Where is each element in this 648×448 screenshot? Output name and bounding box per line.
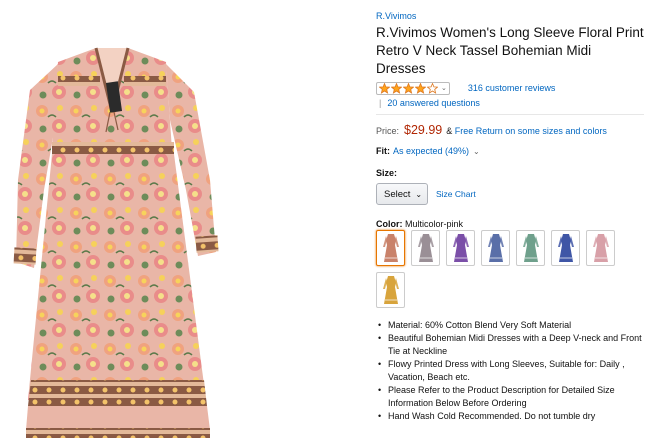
feature-bullet: Hand Wash Cold Recommended. Do not tumbl… bbox=[376, 410, 646, 423]
dress-thumbnail bbox=[592, 234, 609, 262]
product-title: R.Vivimos Women's Long Sleeve Floral Pri… bbox=[376, 25, 644, 76]
fit-label: Fit: bbox=[376, 146, 390, 156]
size-chart-link[interactable]: Size Chart bbox=[436, 189, 476, 199]
color-swatch[interactable] bbox=[516, 230, 545, 266]
color-row: Color: Multicolor-pink bbox=[376, 219, 644, 229]
color-swatch[interactable] bbox=[481, 230, 510, 266]
product-info: R.Vivimos R.Vivimos Women's Long Sleeve … bbox=[376, 10, 644, 229]
dress-thumbnail bbox=[452, 234, 469, 262]
chevron-down-icon: ⌄ bbox=[415, 189, 423, 199]
feature-bullet: Beautiful Bohemian Midi Dresses with a D… bbox=[376, 332, 646, 358]
size-select[interactable]: Select ⌄ bbox=[376, 183, 428, 205]
price-label: Price: bbox=[376, 126, 400, 136]
return-info: & Free Return on some sizes and colors bbox=[446, 126, 607, 136]
size-label: Size: bbox=[376, 168, 398, 178]
reviews-link[interactable]: 316 customer reviews bbox=[468, 83, 556, 93]
fit-value-link[interactable]: As expected (49%) bbox=[393, 146, 469, 156]
feature-bullet: Material: 60% Cotton Blend Very Soft Mat… bbox=[376, 319, 646, 332]
color-swatch[interactable] bbox=[551, 230, 580, 266]
star-rating[interactable]: ⌄ bbox=[376, 81, 450, 95]
feature-bullet: Flowy Printed Dress with Long Sleeves, S… bbox=[376, 358, 646, 384]
return-prefix: & bbox=[446, 126, 453, 136]
rating-row: ⌄ 316 customer reviews bbox=[376, 81, 644, 95]
brand-link[interactable]: R.Vivimos bbox=[376, 10, 644, 22]
feature-bullets: Material: 60% Cotton Blend Very Soft Mat… bbox=[376, 319, 646, 423]
chevron-down-icon: ⌄ bbox=[441, 85, 447, 92]
color-value: Multicolor-pink bbox=[405, 219, 464, 229]
answered-questions-link[interactable]: 20 answered questions bbox=[387, 98, 480, 108]
product-image[interactable] bbox=[0, 0, 365, 448]
star-icon bbox=[403, 82, 414, 94]
dress-thumbnail bbox=[382, 276, 399, 304]
dress-thumbnail bbox=[382, 234, 399, 262]
fit-row: Fit: As expected (49%) ⌄ bbox=[376, 146, 644, 156]
color-swatch[interactable] bbox=[586, 230, 615, 266]
size-select-label: Select bbox=[384, 188, 411, 200]
separator: | bbox=[379, 98, 382, 108]
free-return-link[interactable]: Free Return on some sizes and colors bbox=[455, 126, 607, 136]
divider bbox=[376, 114, 644, 115]
color-swatch[interactable] bbox=[376, 230, 405, 266]
dress-thumbnail bbox=[417, 234, 434, 262]
size-row: Select ⌄ Size Chart bbox=[376, 183, 644, 205]
qa-row: | 20 answered questions bbox=[379, 98, 644, 108]
color-swatch[interactable] bbox=[446, 230, 475, 266]
star-icon bbox=[391, 82, 402, 94]
dress-thumbnail bbox=[487, 234, 504, 262]
color-swatch[interactable] bbox=[376, 272, 405, 308]
color-swatch[interactable] bbox=[411, 230, 440, 266]
price-value: $29.99 bbox=[404, 123, 443, 137]
star-icon bbox=[379, 82, 390, 94]
dress-illustration bbox=[13, 47, 219, 438]
dress-thumbnail bbox=[557, 234, 574, 262]
bullet-list: Material: 60% Cotton Blend Very Soft Mat… bbox=[376, 319, 646, 423]
color-label: Color: bbox=[376, 219, 403, 229]
star-icon bbox=[427, 82, 438, 94]
feature-bullet: Please Refer to the Product Description … bbox=[376, 384, 646, 410]
chevron-down-icon[interactable]: ⌄ bbox=[473, 147, 480, 156]
price-row: Price: $29.99 & Free Return on some size… bbox=[376, 123, 644, 137]
star-icon bbox=[415, 82, 426, 94]
dress-thumbnail bbox=[522, 234, 539, 262]
